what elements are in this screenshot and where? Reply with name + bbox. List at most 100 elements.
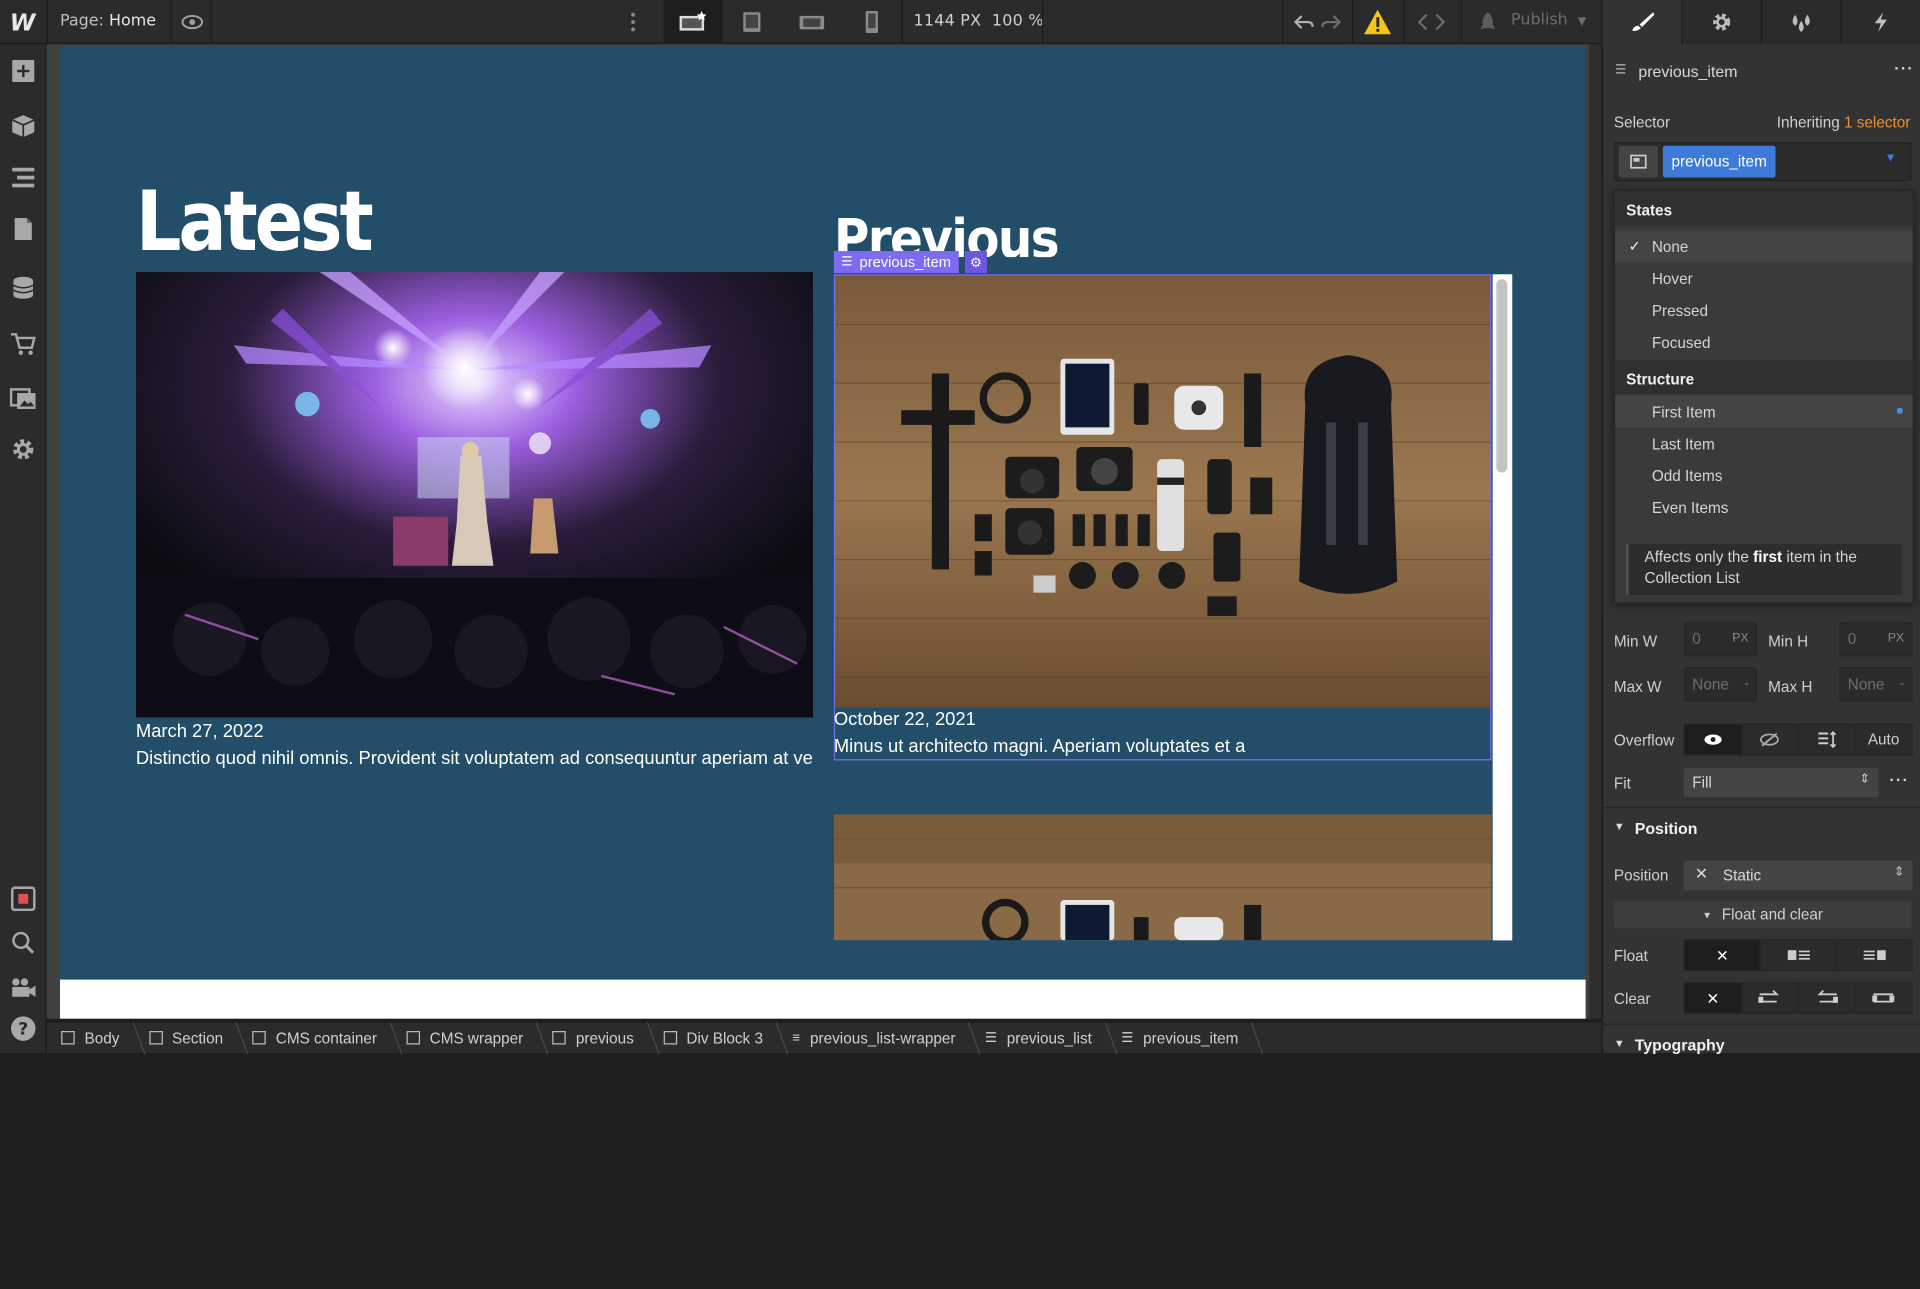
help-question-icon[interactable]: ? [9,1014,38,1043]
structure-odd-items[interactable]: Odd Items [1615,459,1913,491]
position-value: Static [1722,866,1762,885]
selected-element-label[interactable]: ☰ previous_item [833,251,959,274]
max-w-label: Max W [1613,678,1662,696]
min-w-input[interactable]: 0 PX [1683,622,1758,657]
structure-header: Structure [1615,360,1913,395]
code-export-icon[interactable] [1417,7,1446,36]
overflow-auto-button[interactable]: Auto [1854,724,1912,755]
page-section[interactable]: Latest Previous March 27, 2022 Distincti… [60,46,1586,1019]
tab-style-manager-drops-icon[interactable] [1760,0,1841,45]
more-vertical-icon[interactable] [618,7,647,36]
float-and-clear-toggle[interactable]: ▼ Float and clear [1613,901,1912,929]
overflow-scroll-icon[interactable] [1797,724,1855,755]
latest-item-image[interactable] [135,271,814,718]
position-label: Position [1613,866,1669,885]
record-audit-icon[interactable] [9,884,38,913]
float-right-icon[interactable] [1835,940,1912,970]
tablet-breakpoint-icon[interactable] [722,0,781,44]
state-hover[interactable]: Hover [1615,262,1913,294]
clear-none-x-icon[interactable]: ✕ [1684,983,1741,1013]
divider [1403,0,1405,45]
previous-heading[interactable]: Previous [834,208,1058,257]
latest-heading[interactable]: Latest [136,174,374,271]
search-icon[interactable] [9,928,38,957]
symbols-cube-icon[interactable] [9,111,38,140]
selector-element-icon[interactable] [1618,145,1658,178]
mobile-landscape-breakpoint-icon[interactable] [782,0,841,44]
position-section-header[interactable]: ▼ Position [1602,806,1920,846]
warning-icon[interactable] [1363,7,1392,36]
settings-gear-icon[interactable] [9,435,38,464]
state-pressed[interactable]: Pressed [1615,294,1913,326]
breadcrumb-body[interactable]: Body [47,1022,135,1054]
assets-images-icon[interactable] [9,383,38,412]
undo-icon[interactable] [1289,7,1318,36]
breadcrumb-section[interactable]: Section [134,1022,238,1054]
min-h-input[interactable]: 0 PX [1839,622,1913,657]
fit-select[interactable]: Fill ⇕ [1683,767,1879,798]
float-none-x-icon[interactable]: ✕ [1684,940,1760,970]
updown-arrows-icon: ⇕ [1859,772,1870,787]
list-scrollbar-thumb[interactable] [1496,279,1508,473]
structure-tooltip: Affects only the first item in the Colle… [1626,543,1902,596]
divider [210,0,212,45]
video-tutorials-icon[interactable] [9,972,38,1001]
navigator-icon[interactable] [9,163,38,192]
min-w-value: 0 [1692,630,1701,648]
mobile-portrait-breakpoint-icon[interactable] [842,0,901,44]
breadcrumb-cms-wrapper[interactable]: CMS wrapper [392,1022,538,1054]
tab-settings-gear-icon[interactable] [1681,0,1761,45]
page-name: Home [108,12,156,31]
structure-even-items[interactable]: Even Items [1615,491,1913,523]
tab-interactions-bolt-icon[interactable] [1840,0,1920,45]
ecommerce-cart-icon[interactable] [9,329,38,358]
inheriting-link[interactable]: 1 selector [1844,114,1910,131]
add-elements-plus-icon[interactable] [9,56,38,85]
pages-icon[interactable] [9,214,38,243]
overflow-hidden-icon[interactable] [1740,724,1798,755]
breadcrumb-cms-container[interactable]: CMS container [238,1022,392,1054]
webflow-logo-icon[interactable]: W [10,10,37,37]
breadcrumb-div-block-3[interactable]: Div Block 3 [648,1022,777,1054]
breadcrumb-previous-list-wrapper[interactable]: ≡ previous_list-wrapper [778,1022,971,1054]
tip-bold: first [1753,548,1783,566]
section-title: Position [1634,819,1698,838]
clear-left-icon[interactable] [1740,983,1798,1013]
typography-section-header[interactable]: ▼ Typography [1602,1023,1920,1063]
float-left-icon[interactable] [1759,940,1836,970]
canvas-scrollbar[interactable] [1589,44,1602,1019]
fit-more-icon[interactable]: ··· [1889,770,1909,788]
chevron-down-icon: ▼ [1577,15,1587,29]
states-dropdown-chevron-icon[interactable]: ▼ [1885,152,1897,165]
max-h-value: None [1847,675,1885,694]
style-panel: ☰ previous_item ··· Selector Inheriting … [1601,44,1920,1054]
selector-chip[interactable]: previous_item [1662,145,1776,178]
desktop-breakpoint-icon[interactable] [663,0,723,45]
page-selector[interactable]: Page: Home [60,12,156,30]
tab-style-brush-icon[interactable] [1601,0,1682,45]
structure-first-item[interactable]: First Item [1615,395,1913,428]
state-none[interactable]: ✓ None [1615,230,1913,263]
collection-item-icon: ☰ [1615,63,1627,78]
publish-button[interactable]: Publish ▼ [1477,11,1586,29]
max-w-input[interactable]: None - [1683,667,1758,702]
breadcrumb-previous-item[interactable]: ☰ previous_item [1107,1022,1254,1054]
clear-right-icon[interactable] [1797,983,1855,1013]
clear-both-icon[interactable] [1854,983,1912,1013]
redo-icon[interactable] [1316,7,1345,36]
element-settings-gear-icon[interactable]: ⚙ [964,251,987,274]
design-canvas[interactable]: Latest Previous March 27, 2022 Distincti… [46,44,1590,1019]
structure-last-item[interactable]: Last Item [1615,427,1913,459]
position-select[interactable]: ✕ Static ⇕ [1683,860,1913,891]
preview-eye-icon[interactable] [178,7,207,36]
state-focused[interactable]: Focused [1615,326,1913,358]
previous-item-image-2[interactable] [833,814,1492,941]
breadcrumb-previous[interactable]: previous [538,1022,649,1054]
cms-database-icon[interactable] [9,273,38,302]
more-options-icon[interactable]: ··· [1894,59,1914,77]
overflow-visible-eye-icon[interactable] [1684,724,1741,755]
breadcrumb-previous-list[interactable]: ☰ previous_list [970,1022,1106,1054]
max-h-input[interactable]: None - [1839,667,1913,702]
max-w-value: None [1692,675,1729,694]
structure-label: Even Items [1651,499,1729,517]
